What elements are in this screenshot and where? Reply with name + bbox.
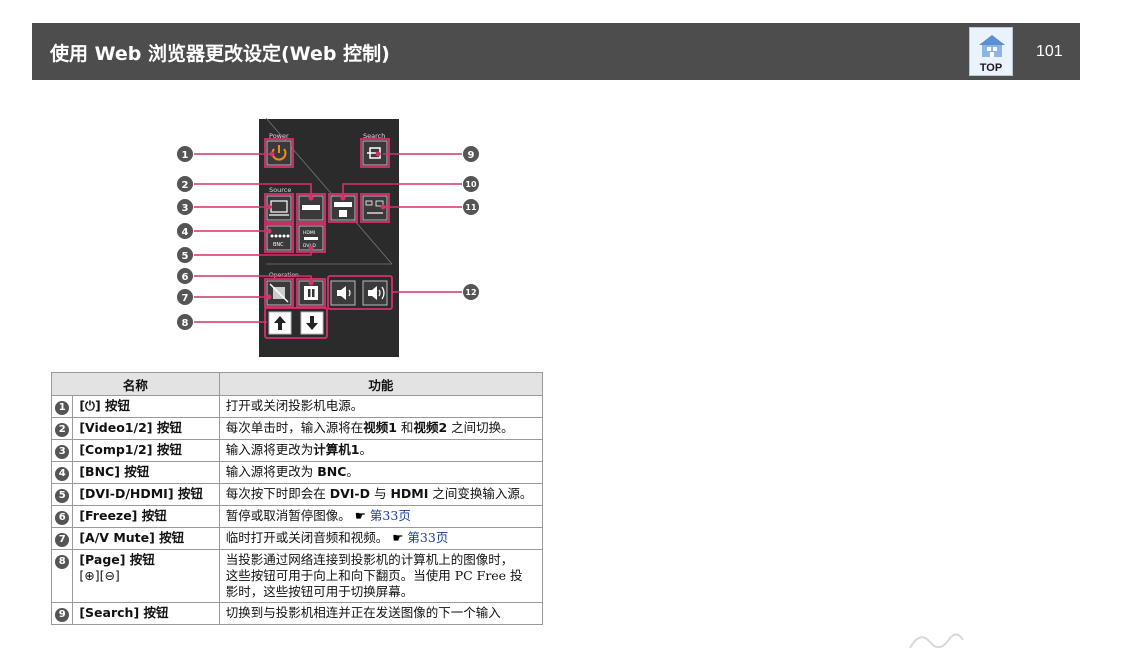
row-number: 8 xyxy=(55,555,70,569)
callout-6: 6 xyxy=(177,268,193,284)
row-name: [DVI-D/HDMI] 按钮 xyxy=(72,483,220,506)
callout-12: 12 xyxy=(463,284,479,300)
callout-10: 10 xyxy=(463,176,479,192)
svg-text:4: 4 xyxy=(182,227,189,238)
callout-5: 5 xyxy=(177,247,193,263)
svg-text:8: 8 xyxy=(182,318,189,329)
web-control-diagram: Power Search Source Operation BNC HDMI 1… xyxy=(177,118,479,357)
top-label: TOP xyxy=(979,62,1003,74)
table-row: 7 [A/V Mute] 按钮 临时打开或关闭音频和视频。 ☛ 第33页 xyxy=(50,527,544,550)
svg-text:5: 5 xyxy=(182,251,189,262)
volume-down-button xyxy=(330,280,356,306)
pointing-hand-icon: ☛ xyxy=(354,508,366,523)
page-ref-link[interactable]: 第33页 xyxy=(407,530,448,545)
row-number: 9 xyxy=(55,608,70,622)
callout-1: 1 xyxy=(177,146,193,162)
row-name: [Video1/2] 按钮 xyxy=(72,417,220,440)
callout-2: 2 xyxy=(177,176,193,192)
page-up-button xyxy=(268,311,292,335)
table-row: 9 [Search] 按钮 切换到与投影机相连并正在发送图像的下一个输入 xyxy=(50,602,544,625)
row-name: [⏻] 按钮 xyxy=(72,395,220,418)
function-table: 名称 功能 1 [⏻] 按钮 打开或关闭投影机电源。 2 [Video1/2] … xyxy=(50,372,544,625)
svg-text:12: 12 xyxy=(465,288,476,297)
table-row: 2 [Video1/2] 按钮 每次单击时，输入源将在视频1 和视频2 之间切换… xyxy=(50,417,544,440)
table-header-row: 名称 功能 xyxy=(51,372,544,396)
svg-text:6: 6 xyxy=(182,272,189,283)
svg-text:2: 2 xyxy=(182,180,189,191)
page-header: 使用 Web 浏览器更改设定(Web 控制) TOP 101 xyxy=(32,23,1080,80)
svg-text:3: 3 xyxy=(182,203,189,214)
table-row: 6 [Freeze] 按钮 暂停或取消暂停图像。 ☛ 第33页 xyxy=(50,505,544,528)
row-number: 2 xyxy=(55,423,70,437)
row-name-sub: [⊕][⊖] xyxy=(79,568,120,583)
row-function: 临时打开或关闭音频和视频。 ☛ 第33页 xyxy=(218,527,544,550)
row-function: 每次按下时即会在 DVI-D 与 HDMI 之间变换输入源。 xyxy=(218,483,544,506)
row-function: 暂停或取消暂停图像。 ☛ 第33页 xyxy=(218,505,544,528)
page-number: 101 xyxy=(1036,43,1063,60)
table-row: 3 [Comp1/2] 按钮 输入源将更改为计算机1。 xyxy=(50,439,544,462)
row-name: [Page] 按钮 [⊕][⊖] xyxy=(72,549,220,603)
header-function: 功能 xyxy=(218,372,544,396)
callout-7: 7 xyxy=(177,289,193,305)
callout-11: 11 xyxy=(463,199,479,215)
callout-9: 9 xyxy=(463,146,479,162)
svg-text:7: 7 xyxy=(182,293,189,304)
row-function: 打开或关闭投影机电源。 xyxy=(218,395,544,418)
header-name: 名称 xyxy=(51,372,220,396)
av-mute-button xyxy=(266,280,292,306)
row-number: 6 xyxy=(55,511,70,525)
pointing-hand-icon: ☛ xyxy=(392,530,404,545)
row-name: [Search] 按钮 xyxy=(72,602,220,625)
decorative-swirl-icon xyxy=(909,633,964,649)
row-name: [Freeze] 按钮 xyxy=(72,505,220,528)
row-name: [BNC] 按钮 xyxy=(72,461,220,484)
row-function: 每次单击时，输入源将在视频1 和视频2 之间切换。 xyxy=(218,417,544,440)
table-row: 4 [BNC] 按钮 输入源将更改为 BNC。 xyxy=(50,461,544,484)
row-function: 输入源将更改为计算机1。 xyxy=(218,439,544,462)
table-row: 5 [DVI-D/HDMI] 按钮 每次按下时即会在 DVI-D 与 HDMI … xyxy=(50,483,544,506)
page-title: 使用 Web 浏览器更改设定(Web 控制) xyxy=(50,43,390,65)
search-button xyxy=(362,140,388,166)
volume-up-button xyxy=(362,280,388,306)
svg-text:1: 1 xyxy=(182,150,189,161)
top-button[interactable]: TOP xyxy=(969,27,1013,76)
row-number: 3 xyxy=(55,445,70,459)
row-number: 7 xyxy=(55,533,70,547)
home-icon xyxy=(979,35,1005,57)
row-number: 1 xyxy=(55,401,70,415)
svg-text:9: 9 xyxy=(468,150,475,161)
row-name: [Comp1/2] 按钮 xyxy=(72,439,220,462)
table-row: 1 [⏻] 按钮 打开或关闭投影机电源。 xyxy=(50,395,544,418)
svg-text:10: 10 xyxy=(465,180,477,189)
callout-3: 3 xyxy=(177,199,193,215)
callout-4: 4 xyxy=(177,223,193,239)
bnc-label: BNC xyxy=(273,242,284,248)
page-ref-link[interactable]: 第33页 xyxy=(370,508,411,523)
source-label: Source xyxy=(269,186,291,194)
row-function: 切换到与投影机相连并正在发送图像的下一个输入 xyxy=(218,602,544,625)
row-number: 4 xyxy=(55,467,70,481)
row-number: 5 xyxy=(55,489,70,503)
row-function: 当投影通过网络连接到投影机的计算机上的图像时， 这些按钮可用于向上和向下翻页。当使… xyxy=(218,549,544,603)
row-name: [A/V Mute] 按钮 xyxy=(72,527,220,550)
svg-text:11: 11 xyxy=(465,203,477,212)
callout-8: 8 xyxy=(177,314,193,330)
table-row: 8 [Page] 按钮 [⊕][⊖] 当投影通过网络连接到投影机的计算机上的图像时… xyxy=(50,549,544,603)
hdmi-label: HDMI xyxy=(303,230,315,236)
row-function: 输入源将更改为 BNC。 xyxy=(218,461,544,484)
page-down-button xyxy=(300,311,324,335)
